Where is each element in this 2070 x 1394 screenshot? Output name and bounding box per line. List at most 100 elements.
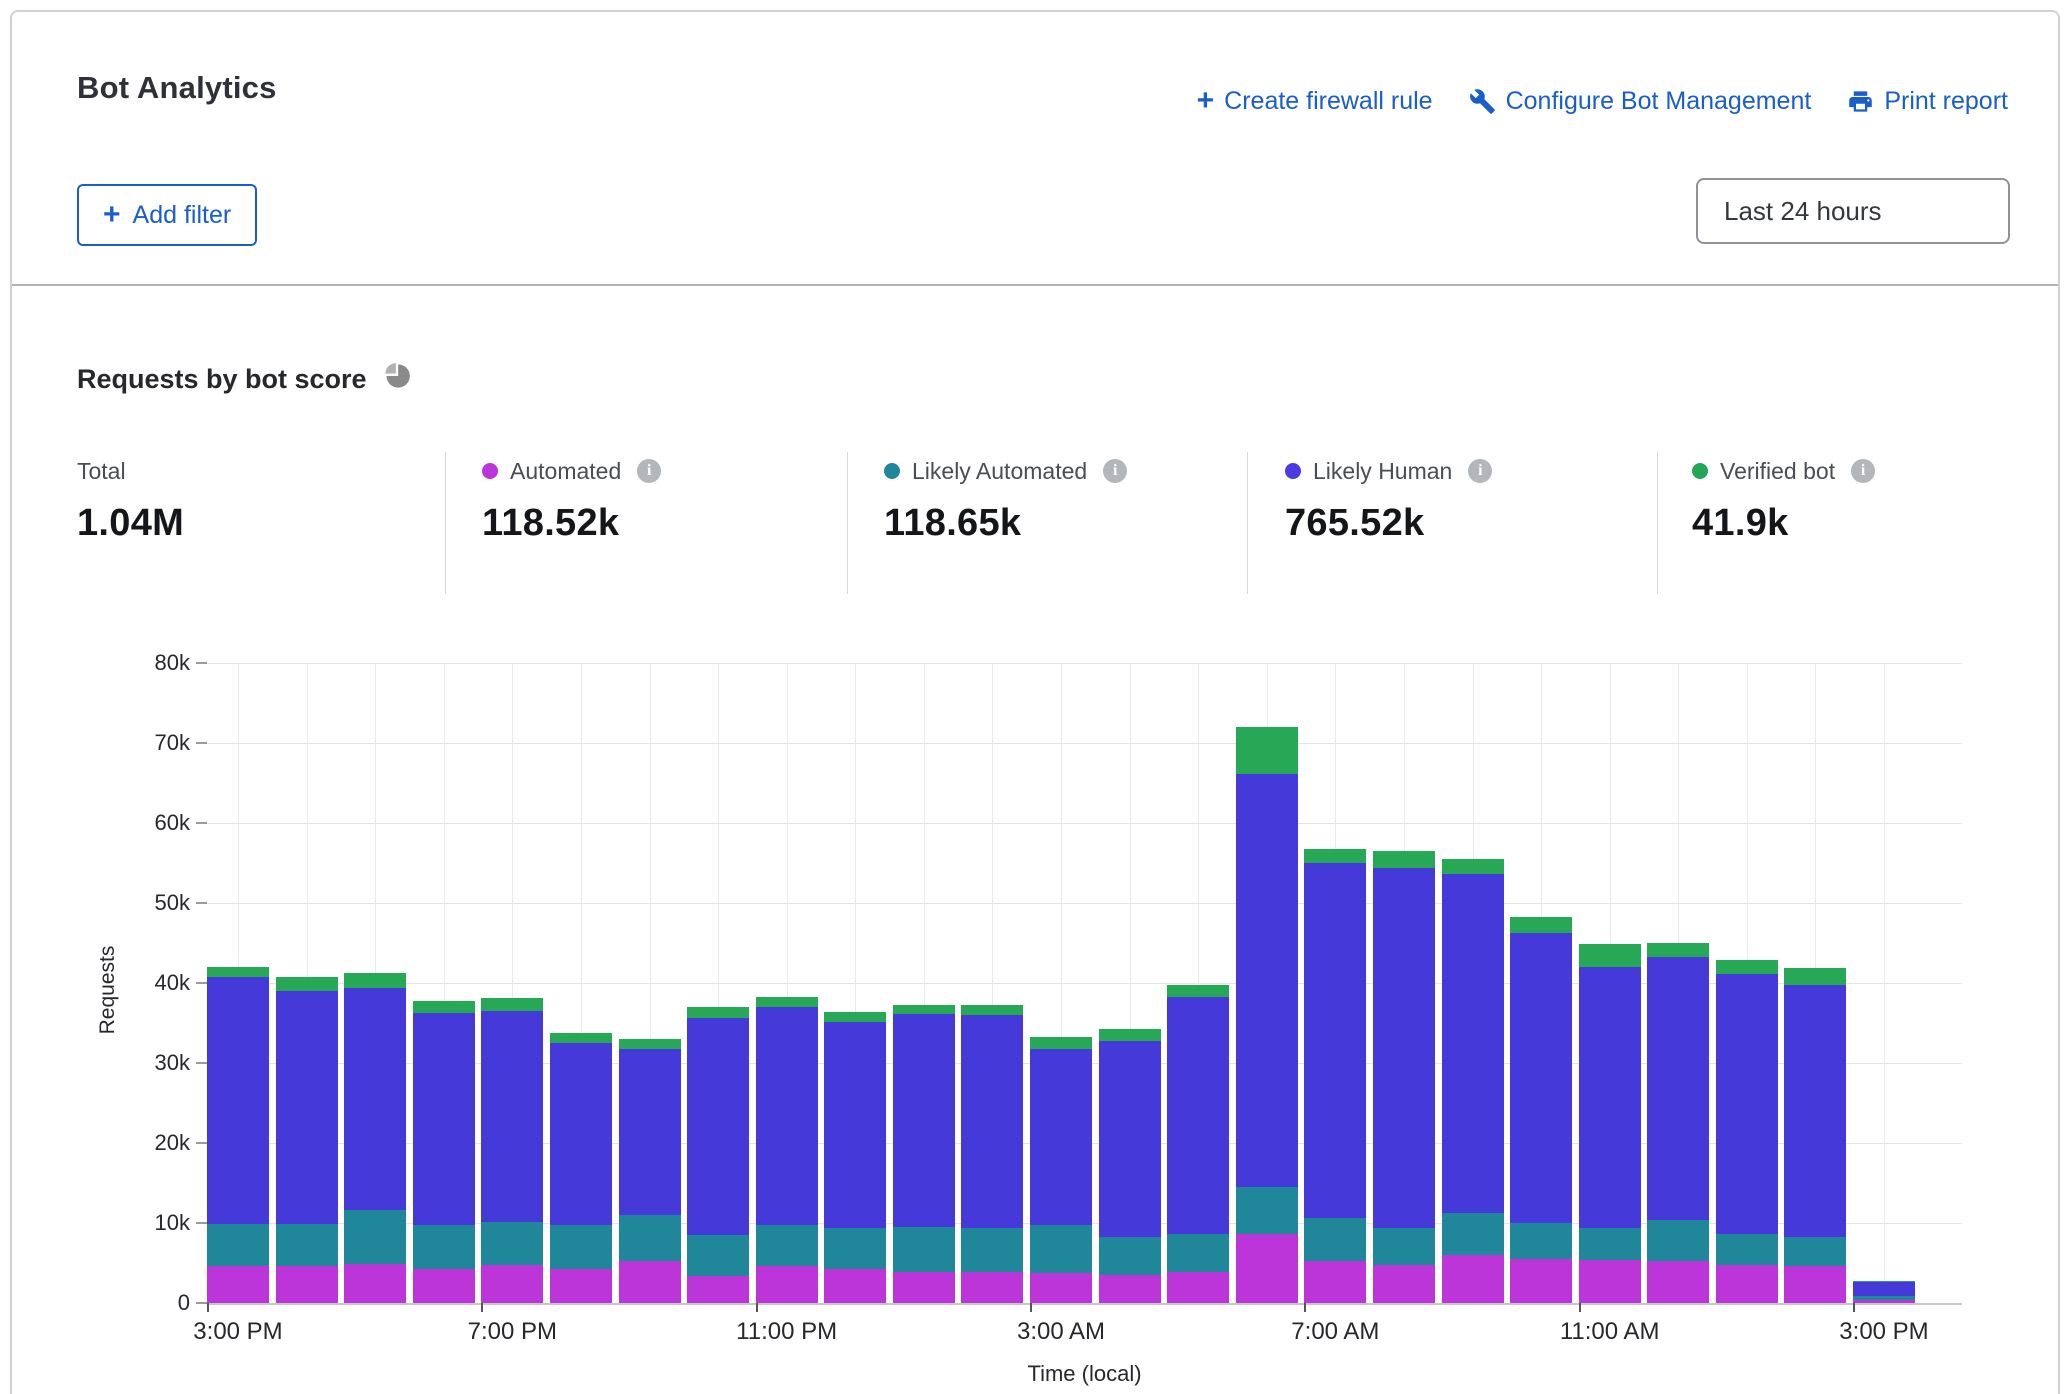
bar-segment-automated[interactable] (481, 1265, 543, 1303)
bar-3-00-pm[interactable] (1853, 1281, 1915, 1303)
bar-3-00-pm[interactable] (207, 967, 269, 1303)
bar-segment-verified-bot[interactable] (1030, 1037, 1092, 1048)
bar-segment-likely-automated[interactable] (276, 1224, 338, 1266)
bar-segment-likely-automated[interactable] (1579, 1228, 1641, 1260)
bar-segment-likely-human[interactable] (550, 1043, 612, 1225)
bar-segment-verified-bot[interactable] (344, 973, 406, 988)
bar-9-00-am[interactable] (1442, 859, 1504, 1303)
bar-segment-likely-human[interactable] (1853, 1282, 1915, 1296)
bar-3-00-am[interactable] (1030, 1037, 1092, 1303)
bar-4-00-am[interactable] (1099, 1029, 1161, 1303)
bar-segment-automated[interactable] (1373, 1265, 1435, 1303)
bar-segment-likely-automated[interactable] (961, 1228, 1023, 1272)
bar-segment-likely-automated[interactable] (687, 1235, 749, 1276)
bar-segment-likely-human[interactable] (1167, 997, 1229, 1235)
bar-segment-likely-human[interactable] (961, 1015, 1023, 1228)
bar-segment-automated[interactable] (961, 1272, 1023, 1303)
bar-segment-verified-bot[interactable] (893, 1005, 955, 1015)
bar-segment-automated[interactable] (1579, 1260, 1641, 1303)
bar-6-00-am[interactable] (1236, 727, 1298, 1303)
bar-segment-verified-bot[interactable] (550, 1033, 612, 1043)
bar-segment-likely-automated[interactable] (1442, 1213, 1504, 1255)
bar-segment-verified-bot[interactable] (1442, 859, 1504, 874)
bar-segment-verified-bot[interactable] (1373, 851, 1435, 868)
bar-segment-verified-bot[interactable] (207, 967, 269, 977)
bar-5-00-am[interactable] (1167, 985, 1229, 1303)
time-range-select[interactable]: Last 24 hours (1696, 178, 2010, 244)
bar-segment-likely-human[interactable] (1373, 868, 1435, 1228)
bar-8-00-am[interactable] (1373, 851, 1435, 1303)
bar-11-00-pm[interactable] (756, 997, 818, 1303)
bar-8-00-pm[interactable] (550, 1033, 612, 1303)
bar-segment-automated[interactable] (1442, 1255, 1504, 1303)
bar-segment-likely-automated[interactable] (893, 1227, 955, 1272)
bar-segment-verified-bot[interactable] (1236, 727, 1298, 774)
bar-segment-likely-automated[interactable] (1510, 1223, 1572, 1259)
bar-segment-likely-automated[interactable] (824, 1228, 886, 1269)
bar-segment-likely-automated[interactable] (1716, 1234, 1778, 1265)
bar-segment-likely-human[interactable] (207, 977, 269, 1223)
bar-segment-automated[interactable] (1236, 1234, 1298, 1303)
bar-12-00-am[interactable] (824, 1012, 886, 1303)
bar-segment-likely-human[interactable] (756, 1007, 818, 1225)
bar-segment-likely-human[interactable] (344, 988, 406, 1210)
bar-segment-likely-human[interactable] (893, 1014, 955, 1227)
bar-segment-automated[interactable] (1853, 1300, 1915, 1303)
bar-segment-likely-automated[interactable] (1784, 1237, 1846, 1267)
bar-segment-automated[interactable] (756, 1266, 818, 1303)
bar-10-00-am[interactable] (1510, 917, 1572, 1303)
bar-segment-automated[interactable] (1099, 1275, 1161, 1303)
bar-segment-automated[interactable] (1510, 1259, 1572, 1303)
bar-segment-likely-automated[interactable] (1647, 1220, 1709, 1261)
bar-segment-verified-bot[interactable] (1099, 1029, 1161, 1041)
bar-segment-likely-automated[interactable] (1304, 1218, 1366, 1260)
bar-10-00-pm[interactable] (687, 1007, 749, 1303)
bar-segment-verified-bot[interactable] (1167, 985, 1229, 996)
info-icon[interactable]: i (1468, 459, 1492, 483)
bar-segment-likely-human[interactable] (824, 1022, 886, 1228)
bar-7-00-am[interactable] (1304, 849, 1366, 1303)
bar-segment-automated[interactable] (1167, 1272, 1229, 1303)
bar-segment-verified-bot[interactable] (961, 1005, 1023, 1015)
bar-segment-verified-bot[interactable] (413, 1001, 475, 1013)
bar-segment-verified-bot[interactable] (1579, 944, 1641, 967)
create-firewall-rule-link[interactable]: + Create firewall rule (1197, 86, 1433, 116)
bar-segment-automated[interactable] (276, 1266, 338, 1303)
bar-7-00-pm[interactable] (481, 998, 543, 1303)
bar-segment-likely-human[interactable] (481, 1011, 543, 1222)
bar-2-00-pm[interactable] (1784, 968, 1846, 1303)
bar-1-00-am[interactable] (893, 1005, 955, 1303)
bar-segment-automated[interactable] (1030, 1273, 1092, 1303)
bar-segment-likely-human[interactable] (276, 991, 338, 1224)
bar-segment-automated[interactable] (824, 1269, 886, 1303)
info-icon[interactable]: i (637, 459, 661, 483)
bar-1-00-pm[interactable] (1716, 960, 1778, 1303)
bar-segment-automated[interactable] (413, 1269, 475, 1303)
bar-9-00-pm[interactable] (619, 1039, 681, 1303)
bar-segment-verified-bot[interactable] (1784, 968, 1846, 985)
add-filter-button[interactable]: + Add filter (77, 184, 257, 246)
bar-segment-verified-bot[interactable] (619, 1039, 681, 1049)
bar-segment-likely-automated[interactable] (1373, 1228, 1435, 1265)
bar-segment-likely-human[interactable] (1579, 967, 1641, 1228)
bar-segment-automated[interactable] (893, 1272, 955, 1303)
bar-segment-verified-bot[interactable] (276, 977, 338, 991)
bar-segment-verified-bot[interactable] (481, 998, 543, 1011)
bar-6-00-pm[interactable] (413, 1001, 475, 1303)
bar-segment-automated[interactable] (687, 1276, 749, 1303)
bar-segment-likely-human[interactable] (687, 1018, 749, 1235)
bar-segment-likely-human[interactable] (1030, 1049, 1092, 1226)
configure-bot-management-link[interactable]: Configure Bot Management (1469, 87, 1812, 116)
bar-12-00-pm[interactable] (1647, 943, 1709, 1303)
bar-segment-likely-automated[interactable] (344, 1210, 406, 1264)
bar-segment-automated[interactable] (1304, 1261, 1366, 1303)
bar-segment-likely-human[interactable] (1304, 863, 1366, 1218)
bar-segment-likely-human[interactable] (1784, 985, 1846, 1237)
print-report-link[interactable]: Print report (1847, 87, 2008, 116)
bar-segment-likely-human[interactable] (1647, 957, 1709, 1220)
bar-segment-likely-automated[interactable] (413, 1225, 475, 1269)
bar-segment-automated[interactable] (344, 1264, 406, 1303)
bar-segment-likely-human[interactable] (1716, 974, 1778, 1234)
bar-segment-likely-automated[interactable] (1236, 1187, 1298, 1234)
bar-segment-automated[interactable] (1716, 1265, 1778, 1303)
